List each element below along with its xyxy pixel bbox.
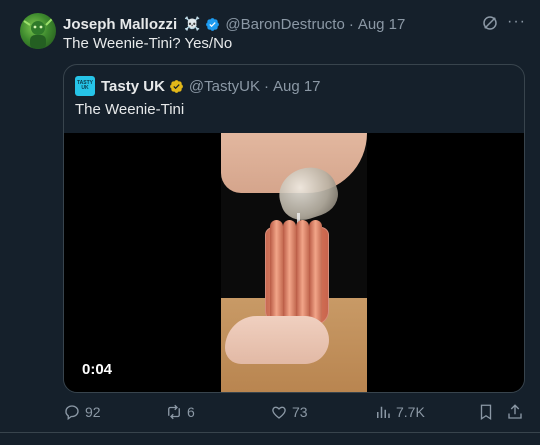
bookmark-icon [480,404,492,421]
action-bar: 92 6 73 7.7K [0,400,540,424]
author-name[interactable]: Joseph Mallozzi [63,16,177,33]
quoted-author-handle[interactable]: @TastyUK [189,78,260,95]
tweet-date[interactable]: Aug 17 [358,16,406,33]
views-icon [377,406,390,418]
quoted-author-name[interactable]: Tasty UK [101,78,165,95]
reply-count: 92 [85,404,101,420]
author-handle[interactable]: @BaronDestructo [225,16,344,33]
repost-icon [168,404,180,420]
video-timestamp: 0:04 [82,361,113,378]
jar-of-sausages [265,220,329,325]
tweet[interactable]: Joseph Mallozzi ☠️ @BaronDestructo · Aug… [0,0,540,445]
quoted-tweet-header: TASTY UK Tasty UK @TastyUK · Aug 17 [75,76,321,96]
share-button[interactable] [506,400,524,424]
avatar-text-line2: UK [81,85,89,91]
author-avatar[interactable] [20,13,56,49]
tweet-text: The Weenie-Tini? Yes/No [63,35,233,52]
like-count: 73 [292,404,308,420]
tweet-header: Joseph Mallozzi ☠️ @BaronDestructo · Aug… [63,14,405,34]
heart-icon [272,406,286,419]
view-count: 7.7K [396,404,425,420]
quoted-tweet-date[interactable]: Aug 17 [273,78,321,95]
divider [0,432,540,433]
quoted-tweet[interactable]: TASTY UK Tasty UK @TastyUK · Aug 17 The … [63,64,525,393]
hand [225,316,329,364]
quoted-tweet-text: The Weenie-Tini [75,101,185,118]
video-player[interactable]: 0:04 [64,133,524,392]
repost-count: 6 [187,404,195,420]
grok-icon[interactable] [481,14,499,32]
separator-dot: · [263,77,269,95]
more-options-icon[interactable]: ··· [507,12,525,32]
verified-badge-icon [206,17,220,31]
reply-icon [65,405,79,421]
separator-dot: · [348,15,354,33]
verified-org-badge-icon [170,79,183,93]
repost-button[interactable]: 6 [165,400,195,424]
like-button[interactable]: 73 [270,400,308,424]
reply-button[interactable]: 92 [63,400,101,424]
video-frame [221,133,367,392]
bookmark-button[interactable] [477,400,495,424]
skull-crossbones-emoji: ☠️ [184,16,201,32]
share-icon [508,404,522,419]
quoted-author-avatar[interactable]: TASTY UK [75,76,95,96]
views-button[interactable]: 7.7K [374,400,425,424]
